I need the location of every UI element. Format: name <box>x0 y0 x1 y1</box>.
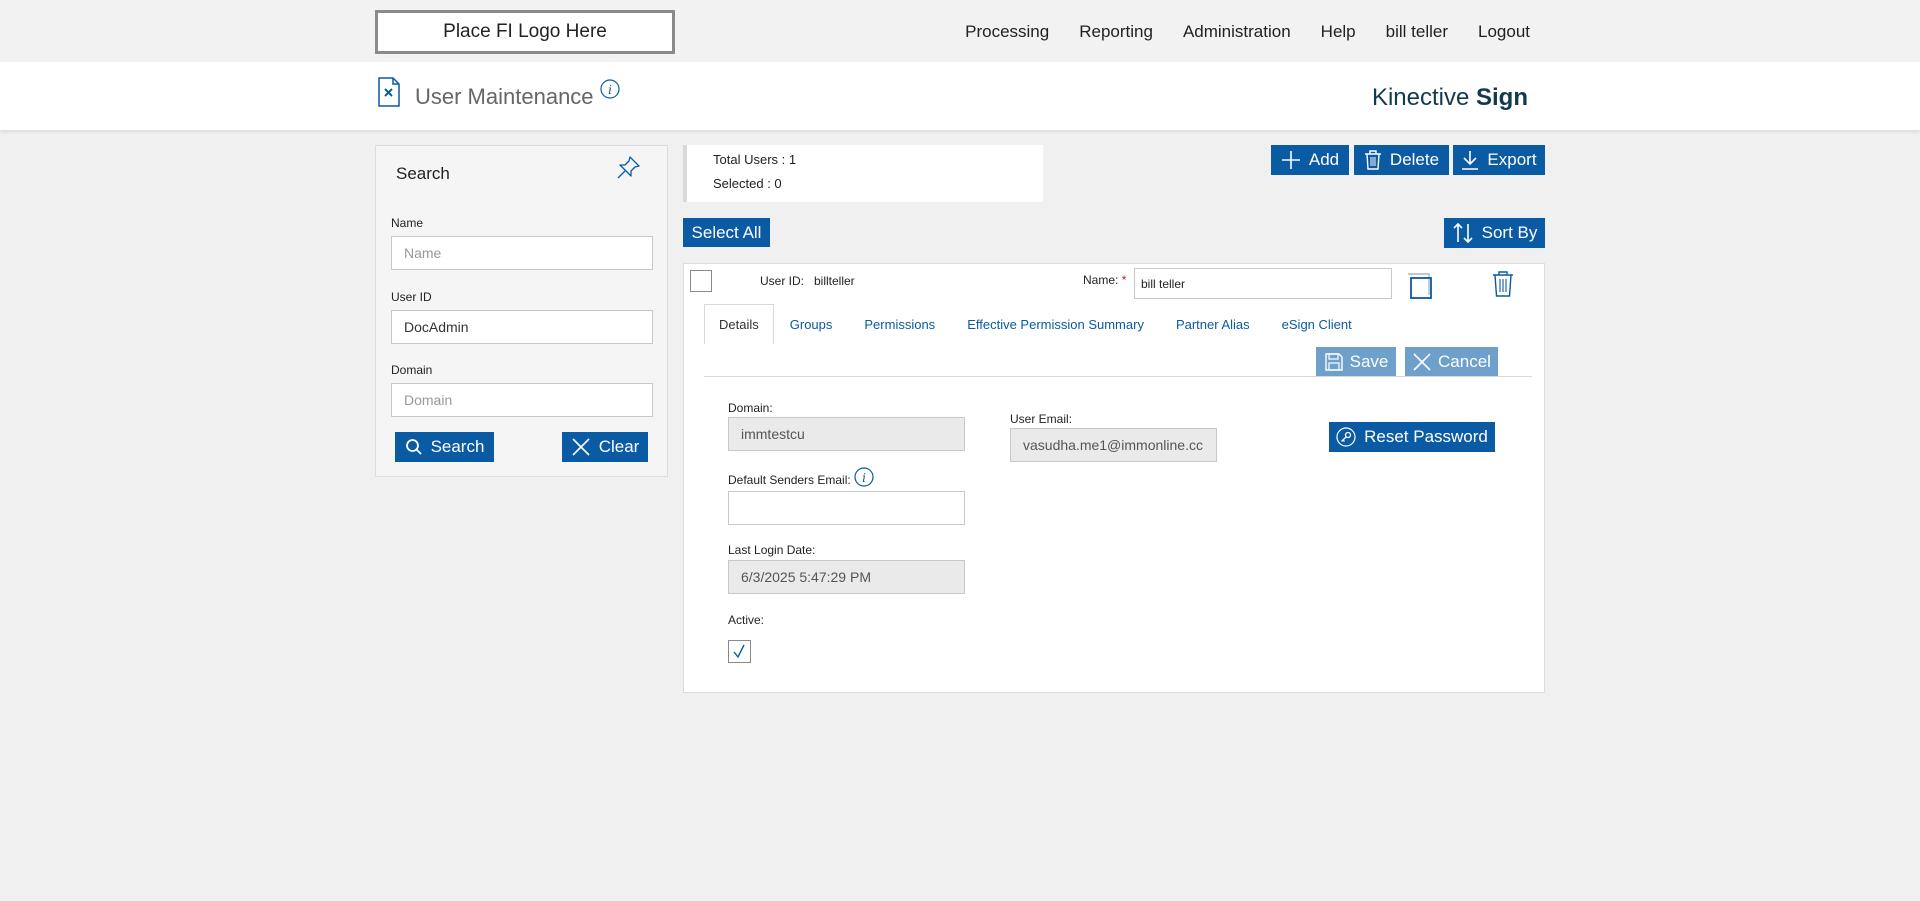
brand-light-text: Kinective <box>1371 84 1476 111</box>
delete-button-label: Delete <box>1389 150 1440 169</box>
save-button-label: Save <box>1349 352 1389 371</box>
trash-icon <box>1364 150 1381 170</box>
tab-details[interactable]: Details <box>704 304 774 344</box>
search-panel-title: Search <box>396 164 450 183</box>
user-email-label: User Email: <box>1010 412 1073 426</box>
page-title: User Maintenance <box>415 84 594 109</box>
sort-by-button[interactable]: Sort By <box>1444 218 1545 248</box>
sort-icon <box>1453 222 1473 244</box>
search-panel: Search Name User ID Domain Search Clear <box>375 145 668 477</box>
domain-field: immtestcu <box>728 417 965 451</box>
nav-logout[interactable]: Logout <box>1478 22 1530 42</box>
tab-divider <box>704 376 1532 377</box>
user-email-field: vasudha.me1@immonline.cc <box>1010 428 1217 462</box>
close-icon <box>572 438 590 456</box>
tab-effective-permission-summary[interactable]: Effective Permission Summary <box>951 304 1160 344</box>
total-users-count: Total Users : 1 <box>713 152 797 167</box>
page-header: User Maintenance i Kinective Sign <box>0 62 1920 130</box>
nav-help[interactable]: Help <box>1321 22 1356 42</box>
copy-icon[interactable] <box>1405 271 1435 301</box>
delete-user-icon[interactable] <box>1491 270 1515 298</box>
add-button[interactable]: Add <box>1271 145 1349 175</box>
default-senders-email-input[interactable] <box>728 491 965 525</box>
search-domain-input[interactable] <box>391 383 653 417</box>
reset-password-button[interactable]: Reset Password <box>1329 422 1495 452</box>
detail-tabs: Details Groups Permissions Effective Per… <box>704 304 1368 344</box>
user-name-label-text: Name: <box>1083 273 1119 287</box>
tab-esign-client[interactable]: eSign Client <box>1266 304 1368 344</box>
export-button-label: Export <box>1487 150 1537 169</box>
last-login-date-field: 6/3/2025 5:47:29 PM <box>728 560 965 594</box>
cancel-button[interactable]: Cancel <box>1405 347 1498 377</box>
default-senders-email-label: Default Senders Email: <box>728 473 851 487</box>
delete-button[interactable]: Delete <box>1354 145 1449 175</box>
user-id-label: User ID: <box>760 274 805 288</box>
tab-groups[interactable]: Groups <box>774 304 849 344</box>
selected-count: Selected : 0 <box>713 176 782 191</box>
save-icon <box>1324 353 1343 371</box>
search-name-label: Name <box>391 216 424 230</box>
select-all-label: Select All <box>691 222 762 242</box>
search-button[interactable]: Search <box>395 432 494 462</box>
pin-icon[interactable] <box>614 154 642 182</box>
nav-reporting[interactable]: Reporting <box>1079 22 1153 42</box>
search-userid-label: User ID <box>391 290 432 304</box>
brand-bold-text: Sign <box>1476 84 1528 111</box>
results-summary: Total Users : 1 Selected : 0 <box>683 145 1043 202</box>
user-select-checkbox[interactable] <box>690 270 712 292</box>
cancel-button-label: Cancel <box>1438 352 1491 371</box>
svg-text:i: i <box>608 83 612 97</box>
search-userid-input[interactable] <box>391 310 653 344</box>
user-card: User ID: billteller Name: * Details Grou… <box>683 263 1545 693</box>
tab-partner-alias[interactable]: Partner Alias <box>1160 304 1266 344</box>
info-icon[interactable]: i <box>854 467 874 487</box>
key-icon <box>1336 427 1356 447</box>
sort-by-label: Sort By <box>1481 223 1538 242</box>
search-icon <box>405 439 422 455</box>
brand-logo: Kinective Sign <box>1372 84 1528 112</box>
user-maintenance-icon <box>378 77 400 107</box>
nav-administration[interactable]: Administration <box>1183 22 1291 42</box>
export-button[interactable]: Export <box>1453 145 1545 175</box>
top-nav: Processing Reporting Administration Help… <box>965 22 1530 42</box>
domain-label: Domain: <box>728 401 773 415</box>
download-icon <box>1462 151 1479 170</box>
add-button-label: Add <box>1308 150 1340 169</box>
search-button-label: Search <box>430 437 485 456</box>
active-checkbox[interactable] <box>728 640 751 663</box>
svg-text:i: i <box>862 471 866 485</box>
last-login-date-label: Last Login Date: <box>728 543 816 557</box>
reset-password-label: Reset Password <box>1364 427 1488 446</box>
plus-icon <box>1281 151 1300 169</box>
search-name-input[interactable] <box>391 236 653 270</box>
nav-user-name[interactable]: bill teller <box>1386 22 1448 42</box>
tab-permissions[interactable]: Permissions <box>848 304 951 344</box>
search-domain-label: Domain <box>391 363 433 377</box>
info-icon[interactable]: i <box>600 79 620 99</box>
active-label: Active: <box>728 613 765 627</box>
nav-processing[interactable]: Processing <box>965 22 1049 42</box>
save-button[interactable]: Save <box>1316 347 1396 377</box>
fi-logo-placeholder[interactable]: Place FI Logo Here <box>375 10 675 54</box>
select-all-button[interactable]: Select All <box>683 218 770 247</box>
close-icon <box>1413 353 1431 371</box>
user-name-input[interactable] <box>1134 268 1392 299</box>
user-id-value: billteller <box>814 274 855 288</box>
user-name-label: Name: * <box>1083 273 1126 287</box>
clear-button-label: Clear <box>598 437 640 456</box>
required-mark: * <box>1121 273 1127 287</box>
top-bar: Place FI Logo Here Processing Reporting … <box>0 0 1920 62</box>
checkmark-icon <box>733 644 745 659</box>
clear-button[interactable]: Clear <box>562 432 648 462</box>
